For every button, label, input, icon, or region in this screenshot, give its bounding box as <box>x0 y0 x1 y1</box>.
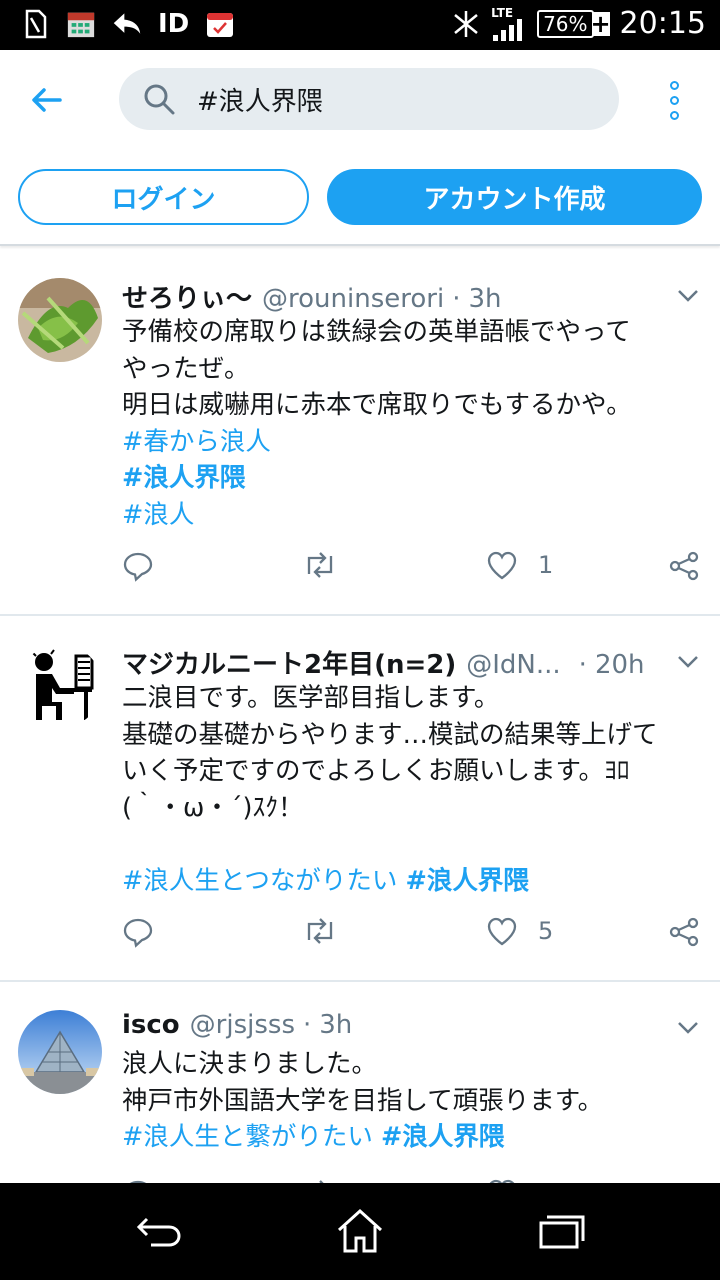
battery-indicator: 76% <box>537 9 594 38</box>
display-name[interactable]: マジカルニート2年目(n=2) <box>122 644 456 681</box>
calendar-check-icon <box>205 8 235 40</box>
tweet-timeline[interactable]: せろりぃ〜 @rouninserori · 3h 予備校の席取りは鉄緑会の英単語… <box>0 248 720 1183</box>
auth-button-row: ログイン アカウント作成 <box>0 150 720 246</box>
arrow-left-icon <box>32 88 62 112</box>
bluetooth-icon <box>451 8 481 40</box>
hashtag-link[interactable]: #浪人生と繋がりたい <box>122 1122 373 1152</box>
display-name[interactable]: isco <box>122 1010 180 1040</box>
hashtag-link[interactable]: #浪人界隈 <box>381 1122 504 1152</box>
retweet-icon <box>307 552 333 578</box>
reply-icon <box>123 918 153 948</box>
tweet-text: 予備校の席取りは鉄緑会の英単語帳でやって やったぜ。 明日は威嚇用に赤本で席取り… <box>122 317 632 530</box>
login-button[interactable]: ログイン <box>18 169 309 225</box>
signal-indicator: LTE <box>491 7 527 41</box>
more-vertical-icon <box>669 80 679 90</box>
network-type: LTE <box>491 5 514 20</box>
search-input[interactable]: #浪人界隈 <box>119 68 619 130</box>
avatar[interactable] <box>18 1010 102 1094</box>
tweet-text: 浪人に決まりました。 神戸市外国語大学を目指して頑張ります。 #浪人生と繋がりた… <box>122 1049 604 1152</box>
hashtag-link[interactable]: #春から浪人 <box>122 427 271 457</box>
like-button[interactable]: 5 <box>486 916 553 946</box>
share-button[interactable] <box>668 916 700 948</box>
tweet-item[interactable]: マジカルニート2年目(n=2) @IdN... · 20h 二浪目です。医学部目… <box>0 614 720 982</box>
share-icon <box>669 551 699 581</box>
heart-icon <box>487 917 517 946</box>
tweet-header: せろりぃ〜 @rouninserori · 3h <box>122 278 501 315</box>
avatar[interactable] <box>18 278 102 362</box>
user-handle[interactable]: @rjsjsss <box>190 1010 295 1040</box>
tweet-time[interactable]: 3h <box>468 284 501 314</box>
heart-icon <box>487 551 517 580</box>
nav-home-icon <box>337 1208 383 1253</box>
like-count: 5 <box>538 917 554 945</box>
hashtag-link[interactable]: #浪人界隈 <box>405 866 528 896</box>
tweet-header: isco @rjsjsss · 3h <box>122 1010 353 1040</box>
signup-button[interactable]: アカウント作成 <box>327 169 702 225</box>
tweet-time[interactable]: 3h <box>319 1010 352 1040</box>
more-options-button[interactable] <box>656 78 692 122</box>
hashtag-link[interactable]: #浪人 <box>122 500 194 530</box>
display-name[interactable]: せろりぃ〜 <box>122 278 252 315</box>
search-header: #浪人界隈 <box>0 50 720 150</box>
chevron-down-icon[interactable] <box>676 654 700 670</box>
battery-level: 76% <box>543 11 588 36</box>
user-handle[interactable]: @rouninserori <box>262 284 444 314</box>
nav-recents-icon <box>539 1215 585 1249</box>
sim-card-icon <box>20 8 50 40</box>
tweet-actions: 5 <box>122 916 706 952</box>
nav-recents-button[interactable] <box>530 1205 590 1257</box>
status-bar: ID LTE 76% + 20:15 <box>0 0 720 50</box>
retweet-button[interactable] <box>302 550 338 580</box>
user-handle[interactable]: @IdN... <box>466 650 560 680</box>
chevron-down-icon[interactable] <box>676 1020 700 1036</box>
system-nav-bar <box>0 1183 720 1280</box>
tweet-item[interactable]: isco @rjsjsss · 3h 浪人に決まりました。 神戸市外国語大学を目… <box>0 980 720 1183</box>
charging-plus-icon: + <box>590 9 611 38</box>
reply-button[interactable] <box>122 916 154 948</box>
tweet-header: マジカルニート2年目(n=2) @IdN... · 20h <box>122 644 645 681</box>
status-time: 20:15 <box>619 6 706 41</box>
chevron-down-icon[interactable] <box>676 288 700 304</box>
nav-home-button[interactable] <box>330 1205 390 1257</box>
tweet-time[interactable]: 20h <box>595 650 645 680</box>
reply-icon <box>123 552 153 582</box>
like-count: 1 <box>538 551 554 579</box>
nav-back-icon <box>136 1217 181 1247</box>
tweet-item[interactable]: せろりぃ〜 @rouninserori · 3h 予備校の席取りは鉄緑会の英単語… <box>0 248 720 616</box>
avatar[interactable] <box>18 644 102 728</box>
share-icon <box>669 917 699 947</box>
search-query: #浪人界隈 <box>197 86 323 117</box>
reply-notification-icon <box>112 8 142 40</box>
like-button[interactable]: 1 <box>486 550 553 580</box>
share-button[interactable] <box>668 550 700 582</box>
reply-button[interactable] <box>122 550 154 582</box>
calendar-app-icon <box>66 8 96 40</box>
search-icon <box>144 84 175 115</box>
tweet-actions: 1 <box>122 550 706 586</box>
hashtag-link[interactable]: #浪人生とつながりたい <box>122 866 397 896</box>
tweet-text: 二浪目です。医学部目指します。 基礎の基礎からやります…模試の結果等上げて いく… <box>122 683 658 896</box>
back-button[interactable] <box>22 78 72 122</box>
id-label: ID <box>158 9 190 39</box>
hashtag-link[interactable]: #浪人界隈 <box>122 463 245 493</box>
signal-bars-icon <box>493 18 523 41</box>
nav-back-button[interactable] <box>130 1205 190 1257</box>
retweet-icon <box>307 918 333 944</box>
retweet-button[interactable] <box>302 916 338 946</box>
